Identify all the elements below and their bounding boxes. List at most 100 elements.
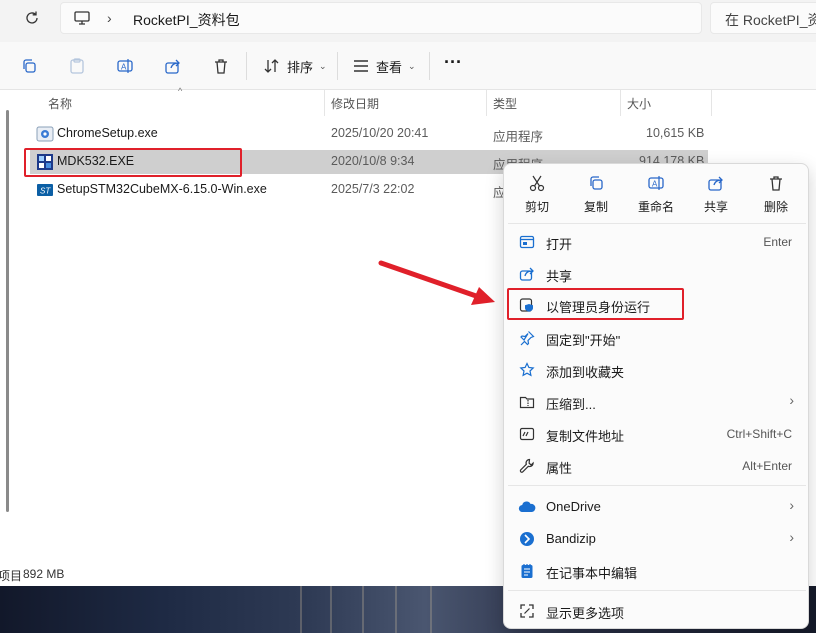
file-name: MDK532.EXE (57, 154, 135, 168)
search-input[interactable]: 在 RocketPI_资料包 中搜索 (710, 2, 816, 34)
this-pc-icon[interactable] (73, 9, 91, 30)
wrench-icon (518, 457, 536, 475)
menu-item-share[interactable]: 共享 (508, 259, 806, 289)
copy-icon (590, 176, 603, 190)
share-button[interactable] (162, 55, 184, 77)
context-menu: 剪切 复制 A 重命名 共享 删除 打开 Enter 共享 以管理员身份运行 固… (503, 163, 809, 629)
zip-folder-icon (518, 393, 536, 411)
trash-icon (770, 176, 782, 191)
wallpaper-detail (395, 586, 397, 633)
copy-label: 复制 (583, 200, 608, 214)
copy-button[interactable]: 复制 (566, 174, 626, 218)
breadcrumb-folder[interactable]: RocketPI_资料包 (133, 10, 240, 30)
vertical-scrollbar[interactable] (6, 110, 9, 512)
toolbar-divider (429, 52, 430, 80)
menu-item-properties[interactable]: 属性 Alt+Enter (508, 451, 806, 481)
chevron-down-icon: ⌄ (408, 60, 416, 71)
file-modified: 2025/7/3 22:02 (331, 182, 415, 196)
chevron-right-icon: › (789, 392, 794, 408)
expand-icon (518, 602, 536, 620)
more-options-button[interactable]: ··· (444, 52, 462, 72)
shortcut-text: Ctrl+Shift+C (726, 427, 792, 441)
share-icon (165, 59, 180, 74)
breadcrumb[interactable]: › RocketPI_资料包 (60, 2, 702, 34)
menu-item-label: OneDrive (546, 499, 601, 514)
cut-label: 剪切 (524, 200, 549, 214)
delete-button[interactable] (210, 55, 232, 77)
svg-text:A: A (652, 180, 658, 189)
column-divider[interactable] (711, 90, 712, 116)
chevron-right-icon: › (789, 497, 794, 513)
delete-label: 删除 (763, 200, 788, 214)
column-divider[interactable] (324, 90, 325, 116)
column-divider[interactable] (486, 90, 487, 116)
copy-path-icon (518, 425, 536, 443)
breadcrumb-chevron-icon: › (107, 10, 112, 26)
menu-item-label: 以管理员身份运行 (546, 300, 651, 315)
address-bar: › RocketPI_资料包 在 RocketPI_资料包 中搜索 (0, 0, 816, 42)
pin-icon (518, 329, 536, 347)
menu-item-label: 添加到收藏夹 (546, 365, 625, 380)
column-type[interactable]: 类型 (493, 95, 517, 112)
refresh-button[interactable] (18, 6, 46, 30)
column-divider[interactable] (620, 90, 621, 116)
shortcut-text: Enter (763, 235, 792, 249)
onedrive-cloud-icon (518, 498, 536, 516)
column-header-row: ^ 名称 修改日期 类型 大小 (0, 86, 816, 116)
menu-item-label: 在记事本中编辑 (546, 566, 638, 581)
column-name[interactable]: 名称 (48, 95, 72, 112)
menu-item-label: 复制文件地址 (546, 429, 625, 444)
menu-item-copy-path[interactable]: 复制文件地址 Ctrl+Shift+C (508, 419, 806, 449)
menu-item-label: Bandizip (546, 531, 596, 546)
sort-icon (264, 59, 279, 73)
share-button[interactable]: 共享 (686, 174, 746, 218)
status-bar: 项目 892 MB (0, 562, 520, 586)
share-label: 共享 (703, 200, 728, 214)
file-type: 应用程序 (493, 130, 544, 144)
sort-button[interactable]: 排序 ⌄ (263, 56, 327, 76)
sort-ascending-icon: ^ (178, 86, 183, 96)
mdk-installer-icon (36, 153, 54, 171)
copy-button[interactable] (18, 55, 40, 77)
menu-item-run-as-admin[interactable]: 以管理员身份运行 (508, 290, 806, 320)
delete-button[interactable]: 删除 (746, 174, 806, 218)
column-modified[interactable]: 修改日期 (331, 95, 379, 112)
file-modified: 2025/10/20 20:41 (331, 126, 429, 140)
menu-divider (508, 590, 806, 591)
menu-item-pin-start[interactable]: 固定到"开始" (508, 323, 806, 353)
command-bar: A 排序 ⌄ 查看 ⌄ ··· (0, 42, 816, 90)
menu-item-notepad[interactable]: 在记事本中编辑 (508, 556, 806, 586)
share-icon (518, 265, 536, 283)
menu-item-onedrive[interactable]: OneDrive › (508, 492, 806, 522)
share-icon (708, 176, 723, 191)
file-name: SetupSTM32CubeMX-6.15.0-Win.exe (57, 182, 267, 196)
menu-item-add-favorites[interactable]: 添加到收藏夹 (508, 355, 806, 385)
chrome-setup-icon (36, 125, 54, 143)
file-modified: 2020/10/8 9:34 (331, 154, 415, 168)
file-name: ChromeSetup.exe (57, 126, 158, 140)
rename-button[interactable]: A (114, 55, 136, 77)
rename-button[interactable]: A 重命名 (626, 174, 686, 218)
file-row[interactable]: ChromeSetup.exe 2025/10/20 20:41 应用程序 10… (30, 122, 708, 146)
trash-icon (215, 59, 227, 74)
chevron-right-icon: › (789, 529, 794, 545)
paste-button[interactable] (66, 55, 88, 77)
menu-item-compress[interactable]: 压缩到... › (508, 387, 806, 417)
star-icon (518, 361, 536, 379)
menu-item-more-options[interactable]: 显示更多选项 (508, 596, 806, 626)
refresh-icon (26, 11, 38, 24)
menu-divider (508, 223, 806, 224)
view-label: 查看 (376, 59, 403, 75)
notepad-icon (518, 562, 536, 580)
quick-actions-bar: 剪切 复制 A 重命名 共享 删除 (504, 164, 810, 222)
view-button[interactable]: 查看 ⌄ (352, 56, 416, 76)
menu-item-label: 属性 (546, 461, 573, 476)
scissors-icon (529, 175, 545, 192)
wallpaper-detail (362, 586, 364, 633)
menu-item-bandizip[interactable]: Bandizip › (508, 524, 806, 554)
menu-item-open[interactable]: 打开 Enter (508, 227, 806, 257)
cut-button[interactable]: 剪切 (507, 174, 567, 218)
wallpaper-detail (430, 586, 432, 633)
column-size[interactable]: 大小 (627, 95, 651, 112)
status-items: 项目 (0, 569, 23, 583)
